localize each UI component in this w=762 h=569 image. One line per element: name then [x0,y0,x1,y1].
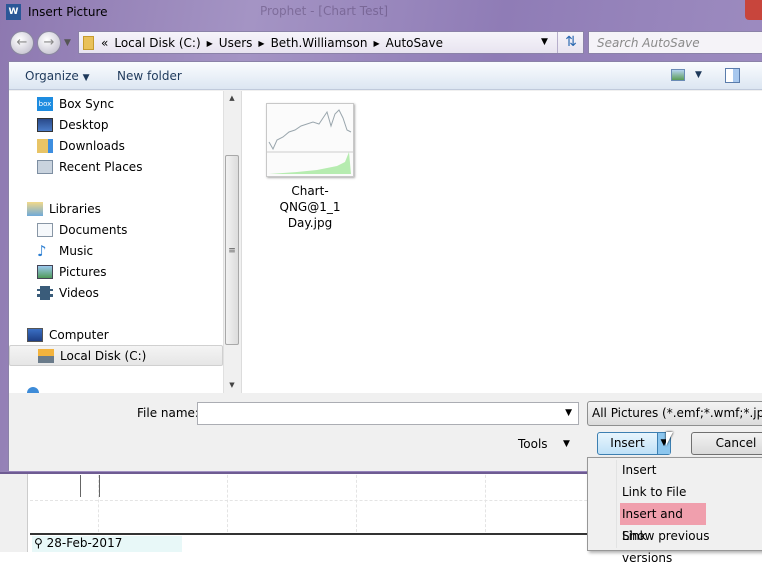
tools-dropdown-icon[interactable]: ▼ [563,439,570,449]
nav-label: Downloads [59,138,125,153]
address-dropdown-icon[interactable]: ▼ [541,37,548,47]
insert-options-menu: Insert Link to File Insert and Link Show… [587,457,762,565]
nav-item-local-disk[interactable]: Local Disk (C:) [9,345,223,366]
box-icon: box [37,96,53,111]
nav-label: Documents [59,222,128,237]
menu-item-insert-and-link[interactable]: Insert and Link [620,503,706,543]
breadcrumb-autosave[interactable]: AutoSave [386,36,443,50]
zoom-icon: ⚲ [34,536,43,550]
forward-button[interactable]: → [37,31,61,55]
nav-item-pictures[interactable]: Pictures [37,261,107,282]
close-button[interactable] [745,0,762,20]
nav-item-computer[interactable]: Computer [27,324,109,345]
navigation-scrollbar[interactable]: ▲ ≡ ▼ [223,91,240,393]
breadcrumb-overflow[interactable]: « [101,36,108,50]
nav-item-music[interactable]: ♪ Music [37,240,93,261]
file-name-input[interactable]: ▼ [197,402,579,425]
documents-icon [37,222,53,237]
file-name-label: File name: [137,406,199,420]
back-button[interactable]: ← [10,31,34,55]
file-type-filter[interactable]: All Pictures (*.emf;*.wmf;*.jpg;* [587,401,762,426]
recent-places-icon [37,159,53,174]
insert-label[interactable]: Insert [598,433,657,454]
breadcrumb-separator-icon[interactable]: ▶ [258,39,264,48]
folder-icon [83,36,94,50]
downloads-icon [37,138,53,153]
change-view-icon[interactable] [671,69,685,81]
nav-item-box-sync[interactable]: box Box Sync [37,93,114,114]
menu-item-insert[interactable]: Insert [620,459,658,481]
title-bar: W Insert Picture Prophet - [Chart Test] [0,0,762,28]
breadcrumb-user[interactable]: Beth.Williamson [271,36,368,50]
command-bar: Organize ▼ New folder ▼ [9,62,762,90]
menu-item-link-to-file[interactable]: Link to File [620,481,688,503]
nav-label: Pictures [59,264,107,279]
grid-line [227,470,228,532]
file-name: Chart-QNG@1_1 Day.jpg [279,184,341,230]
file-item[interactable]: Chart-QNG@1_1 Day.jpg [262,103,358,231]
nav-item-downloads[interactable]: Downloads [37,135,125,156]
libraries-icon [27,201,43,216]
preview-pane-icon[interactable] [725,68,740,83]
videos-icon [37,285,53,300]
nav-label: Local Disk (C:) [60,348,147,363]
dialog-body: Organize ▼ New folder ▼ box Box Sync Desk… [8,61,762,471]
search-input[interactable]: Search AutoSave [588,31,762,54]
desktop-icon [37,117,53,132]
file-list: Chart-QNG@1_1 Day.jpg [241,91,762,393]
nav-item-libraries[interactable]: Libraries [27,198,101,219]
chevron-down-icon: ▼ [82,73,90,83]
file-name-dropdown-icon[interactable]: ▼ [565,408,572,418]
organize-label: Organize [25,69,79,83]
breadcrumb-separator-icon[interactable]: ▶ [373,39,379,48]
breadcrumb-local-disk[interactable]: Local Disk (C:) [114,36,200,50]
background-window-title: Prophet - [Chart Test] [260,4,389,18]
background-sidebar [0,470,28,552]
nav-label: Libraries [49,201,101,216]
navigation-pane: box Box Sync Desktop Downloads Recent Pla… [9,91,223,393]
nav-item-videos[interactable]: Videos [37,282,99,303]
tools-button[interactable]: Tools [518,437,548,451]
chart-thumbnail-image [267,104,353,176]
dialog-title: Insert Picture [28,5,108,19]
pictures-icon [37,264,53,279]
menu-gutter [616,460,617,548]
address-bar[interactable]: « Local Disk (C:) ▶ Users ▶ Beth.Williamso… [78,31,584,54]
nav-label: Computer [49,327,109,342]
mouse-cursor-icon [666,432,673,446]
insert-button[interactable]: Insert ▼ [597,432,671,455]
new-folder-button[interactable]: New folder [117,69,182,83]
breadcrumb-users[interactable]: Users [219,36,253,50]
scrollbar-thumb[interactable]: ≡ [225,155,239,345]
organize-button[interactable]: Organize ▼ [25,69,90,83]
music-icon: ♪ [37,241,47,260]
menu-item-show-previous-versions[interactable]: Show previous versions [620,525,762,565]
date-text: 28-Feb-2017 [46,536,123,550]
breadcrumb-separator-icon[interactable]: ▶ [207,39,213,48]
file-thumbnail [266,103,354,177]
nav-label: Box Sync [59,96,115,111]
nav-label: Videos [59,285,99,300]
scroll-down-icon[interactable]: ▼ [224,381,240,389]
view-options-dropdown[interactable]: ▼ [695,70,702,80]
nav-label: Recent Places [59,159,143,174]
nav-item-desktop[interactable]: Desktop [37,114,109,135]
nav-label: Music [59,243,94,258]
insert-picture-dialog: W Insert Picture Prophet - [Chart Test] … [0,0,762,474]
date-readout: ⚲ 28-Feb-2017 [32,536,182,552]
refresh-button[interactable]: ⇅ [557,32,584,53]
price-candles [80,475,100,497]
grid-line [356,470,357,532]
nav-item-documents[interactable]: Documents [37,219,127,240]
nav-item-recent-places[interactable]: Recent Places [37,156,142,177]
recent-locations-dropdown[interactable]: ▼ [64,38,71,48]
cancel-button[interactable]: Cancel [691,432,762,455]
scroll-up-icon[interactable]: ▲ [224,94,240,102]
grid-line [485,470,486,532]
word-icon: W [6,4,21,20]
computer-icon [27,327,43,342]
nav-label: Desktop [59,117,109,132]
local-disk-icon [38,348,54,363]
